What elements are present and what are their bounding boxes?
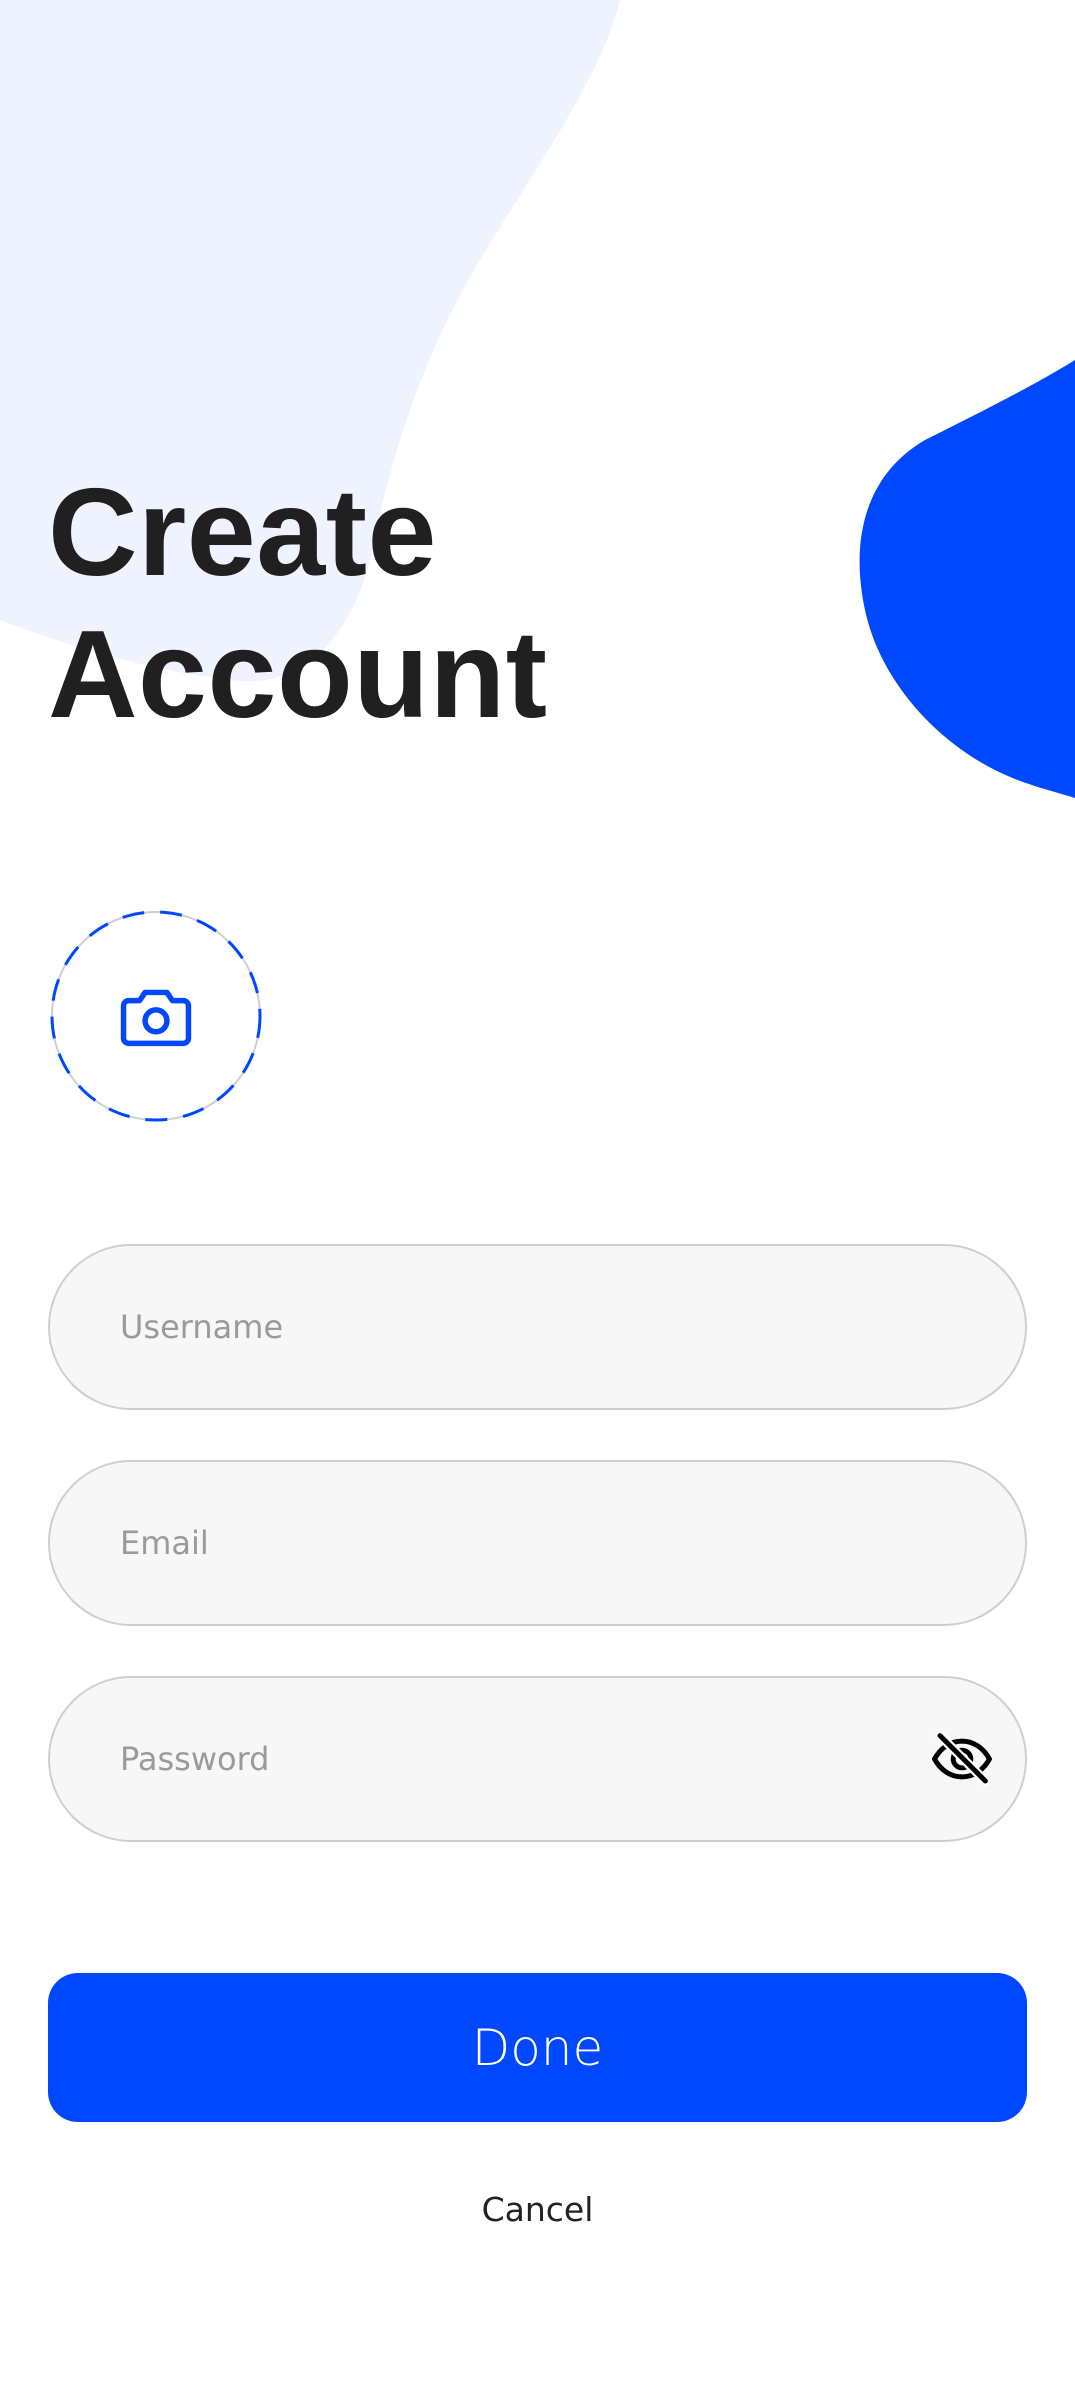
page-title-line-1: Create — [48, 464, 437, 602]
email-input[interactable] — [50, 1462, 1025, 1624]
upload-photo-button[interactable] — [49, 909, 263, 1123]
password-field — [48, 1676, 1027, 1842]
password-input[interactable] — [50, 1678, 1025, 1840]
eye-off-icon[interactable] — [929, 1726, 995, 1792]
username-input[interactable] — [50, 1246, 1025, 1408]
done-button[interactable]: Done — [48, 1973, 1027, 2122]
page-title: Create Account — [48, 462, 548, 746]
camera-icon — [120, 989, 192, 1047]
cancel-link[interactable]: Cancel — [0, 2190, 1075, 2229]
create-account-screen: Create Account Done Cancel — [0, 0, 1075, 2393]
email-field — [48, 1460, 1027, 1626]
username-field — [48, 1244, 1027, 1410]
page-title-line-2: Account — [48, 606, 548, 744]
background-blob-accent — [859, 360, 1075, 798]
